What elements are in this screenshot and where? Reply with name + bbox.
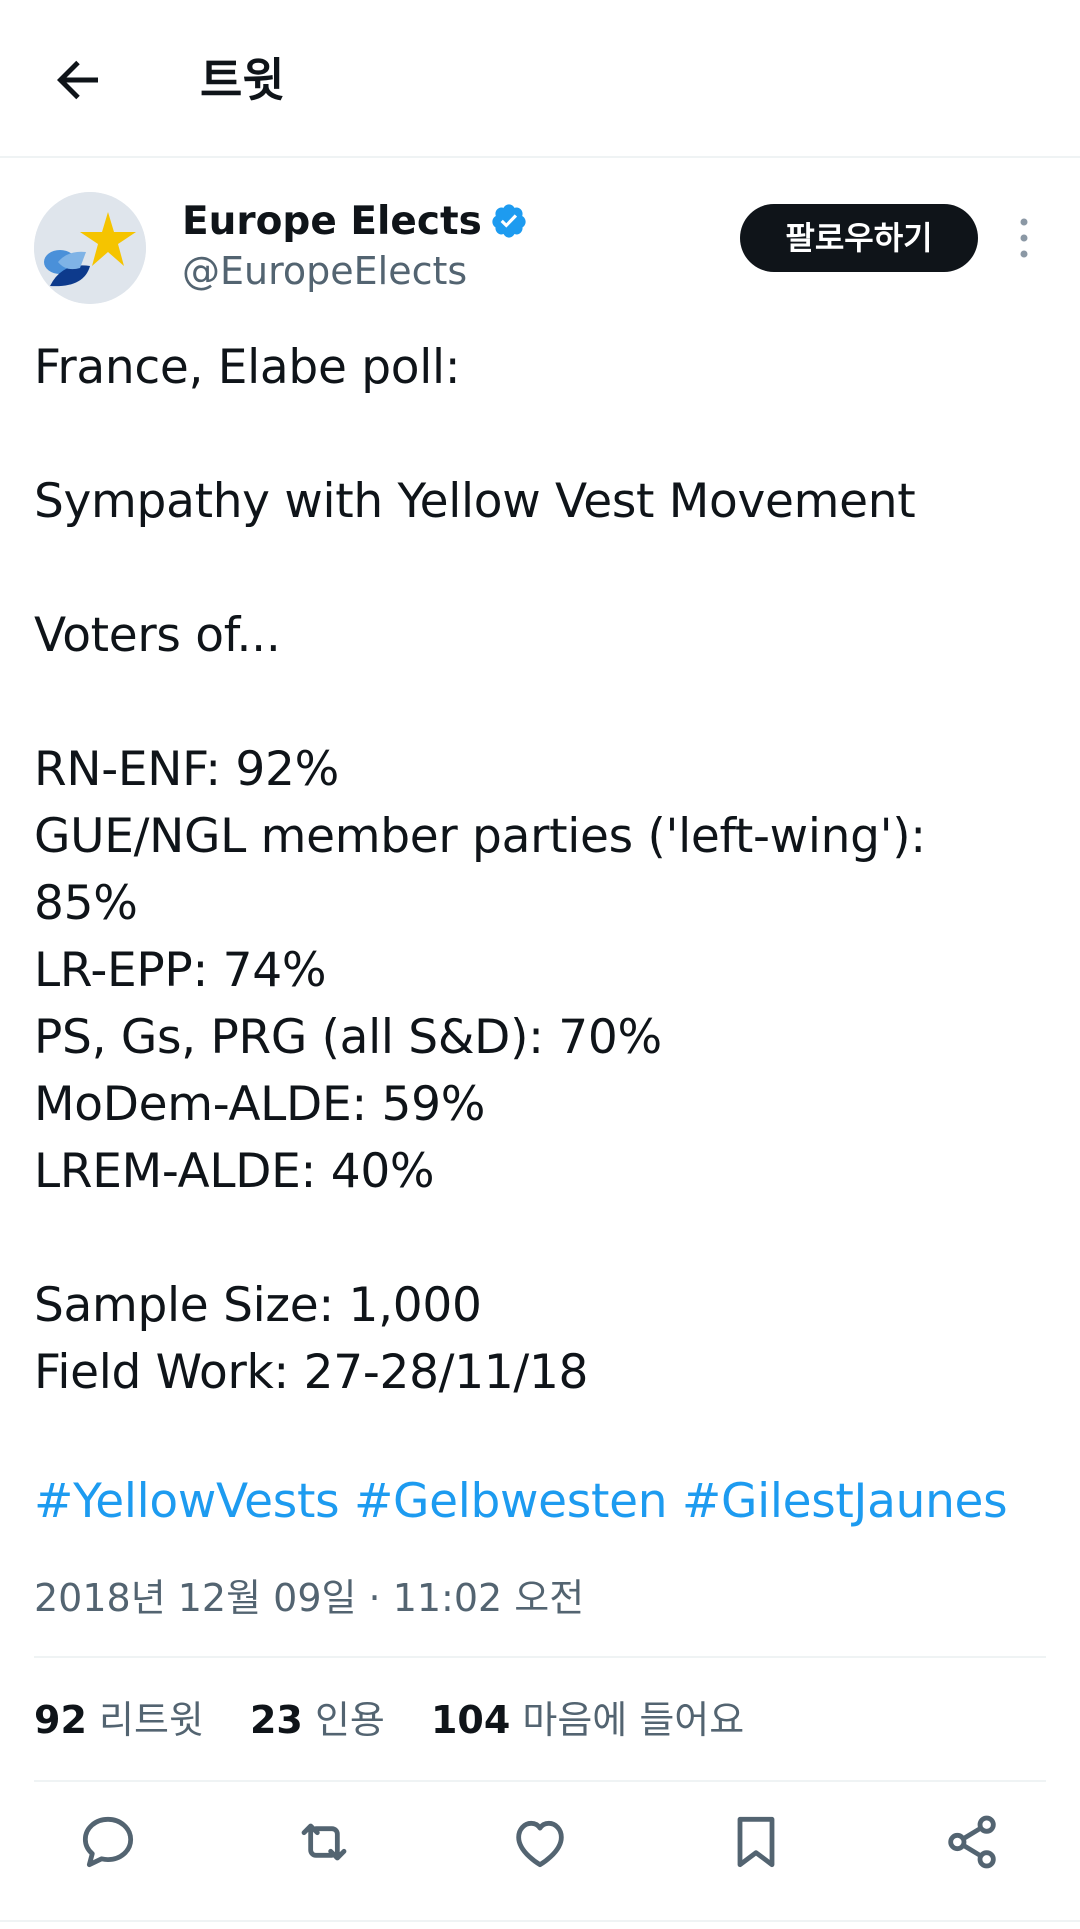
tweet-timestamp[interactable]: 2018년 12월 09일 · 11:02 오전 xyxy=(34,1570,584,1626)
author-handle[interactable]: @EuropeElects xyxy=(182,246,467,296)
like-label[interactable]: 마음에 들어요 xyxy=(522,1698,744,1742)
divider xyxy=(0,1920,1080,1922)
hashtag-link[interactable]: #YellowVests xyxy=(34,1474,340,1529)
follow-button[interactable]: 팔로우하기 xyxy=(740,204,978,272)
share-button[interactable] xyxy=(940,1810,1004,1874)
like-count[interactable]: 104 xyxy=(431,1698,510,1742)
engagement-stats: 92 리트윗 23 인용 104 마음에 들어요 xyxy=(34,1692,778,1748)
retweet-icon xyxy=(301,1823,347,1861)
retweet-label[interactable]: 리트윗 xyxy=(99,1698,204,1742)
hashtag-link[interactable]: #Gelbwesten xyxy=(354,1474,668,1529)
hashtag-line: #YellowVests #Gelbwesten #GilestJaunes xyxy=(34,1468,1008,1535)
reply-icon xyxy=(82,1816,134,1868)
bookmark-icon xyxy=(737,1816,775,1868)
arrow-left-icon xyxy=(57,60,98,100)
quote-label[interactable]: 인용 xyxy=(315,1698,385,1742)
retweet-button[interactable] xyxy=(292,1810,356,1874)
retweet-count[interactable]: 92 xyxy=(34,1698,87,1742)
tweet-body: France, Elabe poll: Sympathy with Yellow… xyxy=(34,340,926,1400)
top-app-bar: 트윗 xyxy=(0,0,1080,158)
bookmark-button[interactable] xyxy=(724,1810,788,1874)
like-button[interactable] xyxy=(508,1810,572,1874)
like-icon xyxy=(516,1820,564,1868)
page-title: 트윗 xyxy=(200,53,285,107)
europe-elects-logo-icon xyxy=(34,192,146,304)
tweet-action-bar xyxy=(0,1810,1080,1890)
reply-button[interactable] xyxy=(76,1810,140,1874)
divider xyxy=(34,1780,1046,1782)
more-vertical-icon xyxy=(1020,218,1028,258)
divider xyxy=(34,1656,1046,1658)
hashtag-link[interactable]: #GilestJaunes xyxy=(682,1474,1008,1529)
quote-count[interactable]: 23 xyxy=(250,1698,303,1742)
back-button[interactable] xyxy=(48,50,108,110)
author-display-name[interactable]: Europe Elects xyxy=(182,199,482,244)
more-options-button[interactable] xyxy=(1004,214,1044,264)
verified-badge-icon xyxy=(492,204,526,238)
author-name[interactable]: Europe Elects xyxy=(182,196,528,248)
share-icon xyxy=(948,1815,996,1869)
avatar[interactable] xyxy=(34,192,146,304)
